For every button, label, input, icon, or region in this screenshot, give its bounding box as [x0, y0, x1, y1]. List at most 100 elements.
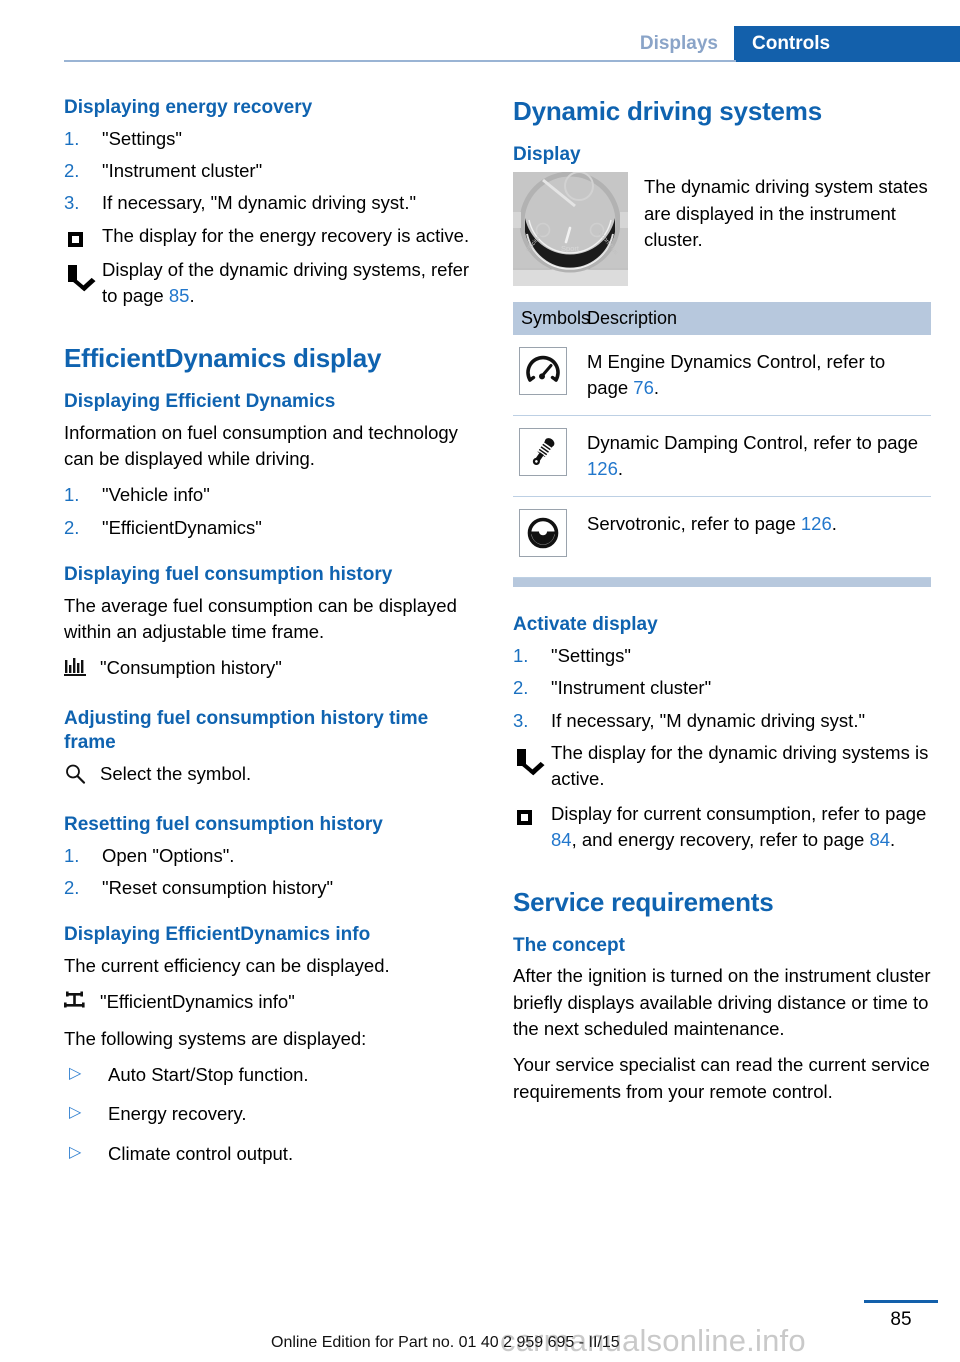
heading-adjusting-fuel-consumption-time-frame: Adjusting fuel consumption history time … — [64, 708, 429, 754]
step-number: 1. — [513, 645, 529, 667]
heading-the-concept: The concept — [513, 934, 625, 956]
table-row: Servotronic, refer to page 126. — [513, 497, 931, 579]
efficientdynamics-chassis-icon — [64, 991, 88, 1018]
note-dynamic-systems-active: The display for the dynamic driving syst… — [513, 740, 931, 793]
step-text: "Vehicle info" — [102, 484, 210, 506]
note-text: The display for the dynamic driving syst… — [551, 741, 929, 790]
description-text-end: . — [831, 513, 837, 535]
paragraph-efficient-dynamics-info: Information on fuel consumption and tech… — [64, 421, 458, 470]
steps-displaying-energy-recovery: 1. "Settings" 2. "Instrument cluster" 3.… — [64, 126, 482, 217]
step-number: 3. — [64, 192, 80, 214]
step-number: 1. — [64, 844, 80, 866]
step-item: 2. "Instrument cluster" — [64, 158, 482, 184]
tab-displays[interactable]: Displays — [619, 26, 734, 62]
step-text: "Settings" — [102, 127, 182, 149]
line-text: "EfficientDynamics info" — [100, 991, 295, 1013]
step-number: 1. — [64, 127, 80, 149]
bullets-displayed-systems: ▷ Auto Start/Stop function. ▷ Energy rec… — [64, 1062, 482, 1167]
description-text-end: . — [653, 377, 660, 399]
checkmark-box-icon — [517, 743, 537, 769]
line-consumption-history: "Consumption history" — [64, 655, 482, 681]
description-text: Servotronic, refer to page — [587, 513, 801, 535]
list-item-text: Energy recovery. — [108, 1103, 247, 1125]
note-text-end: . — [189, 285, 195, 307]
step-number: 3. — [513, 709, 529, 731]
step-number: 2. — [64, 877, 80, 899]
line-text: "Consumption history" — [100, 657, 282, 679]
note-text-end: . — [890, 828, 896, 850]
symbol-cell — [513, 509, 587, 558]
steps-activate-display: 1. "Settings" 2. "Instrument cluster" 3.… — [513, 643, 931, 734]
triangle-bullet-icon: ▷ — [69, 1143, 82, 1161]
step-text: "Reset consumption history" — [102, 877, 334, 899]
photo-row: Sport Efficient Sport Plus The dynamic d… — [513, 172, 931, 287]
description-text: Dynamic Damping Control, refer to page — [587, 432, 919, 454]
note-dynamic-driving-reference: Display of the dynamic driving systems, … — [64, 257, 482, 310]
watermark: carmanualsonline.info — [500, 1323, 806, 1358]
heading-displaying-energy-recovery: Displaying energy recovery — [64, 97, 313, 118]
speedometer-icon — [519, 347, 567, 396]
note-text: The display for the energy recovery is a… — [102, 224, 470, 246]
page-number: 85 — [890, 1309, 912, 1330]
page-reference[interactable]: 76 — [633, 377, 654, 398]
column-header-symbols: Symbols — [521, 308, 591, 329]
heading-displaying-efficient-dynamics: Displaying Efficient Dynamics — [64, 391, 336, 413]
list-item: ▷ Climate control output. — [64, 1141, 482, 1167]
line-text: Select the symbol. — [100, 762, 252, 784]
heading-display: Display — [513, 143, 581, 165]
right-column: Dynamic driving systems Display Sport Ef… — [513, 96, 931, 1115]
paragraph-service-specialist: Your service specialist can read the cur… — [513, 1054, 930, 1102]
symbol-cell — [513, 347, 587, 396]
description-text-end: . — [617, 458, 624, 480]
step-item: 3. If necessary, "M dynamic driving syst… — [64, 190, 482, 216]
step-item: 2. "Reset consumption history" — [64, 875, 482, 901]
instrument-cluster-photo: Sport Efficient Sport Plus — [513, 172, 628, 287]
note-text: Display of the dynamic driving systems, … — [102, 258, 470, 307]
list-item: ▷ Energy recovery. — [64, 1101, 482, 1127]
header-divider — [64, 60, 736, 62]
tab-controls[interactable]: Controls — [734, 26, 960, 62]
photo-caption: The dynamic driving system states are di… — [644, 176, 928, 250]
description-cell: M Engine Dynamics Control, refer to page… — [587, 347, 931, 401]
heading-displaying-efficientdynamics-info: Displaying EfficientDynamics info — [64, 924, 371, 946]
step-item: 2. "Instrument cluster" — [513, 675, 931, 701]
step-text: "Instrument cluster" — [551, 677, 712, 699]
steering-wheel-icon — [519, 509, 567, 558]
heading-dynamic-driving-systems: Dynamic driving systems — [513, 96, 822, 126]
list-item-text: Auto Start/Stop function. — [108, 1063, 309, 1085]
step-text: If necessary, "M dynamic driving syst." — [551, 709, 866, 731]
triangle-bullet-icon: ▷ — [69, 1064, 82, 1082]
step-item: 1. Open "Options". — [64, 843, 482, 869]
symbol-cell — [513, 428, 587, 477]
description-cell: Servotronic, refer to page 126. — [587, 509, 931, 537]
description-cell: Dynamic Damping Control, refer to page 1… — [587, 428, 931, 482]
page-reference[interactable]: 126 — [801, 513, 832, 534]
step-number: 2. — [64, 160, 80, 182]
checkmark-box-icon — [68, 260, 88, 286]
line-efficientdynamics-info: "EfficientDynamics info" — [64, 989, 482, 1015]
open-square-icon — [517, 804, 532, 830]
paragraph-current-efficiency: The current efficiency can be displayed. — [64, 955, 390, 977]
step-text: If necessary, "M dynamic driving syst." — [102, 192, 417, 214]
symbols-table-header: Symbols Description — [513, 302, 931, 336]
page-reference[interactable]: 126 — [587, 458, 618, 479]
step-text: Open "Options". — [102, 844, 235, 866]
heading-resetting-fuel-consumption-history: Resetting fuel consumption history — [64, 814, 383, 836]
symbols-table: Symbols Description M Engine Dynamics Co… — [513, 302, 931, 588]
page-reference[interactable]: 84 — [869, 829, 890, 850]
bar-chart-icon — [64, 657, 88, 685]
step-item: 1. "Settings" — [513, 643, 931, 669]
description-text: M Engine Dynamics Control, refer to page — [587, 351, 886, 399]
magnifier-icon — [64, 763, 86, 792]
page-reference[interactable]: 85 — [169, 285, 190, 306]
photo-label: Sport — [561, 244, 580, 253]
open-square-icon — [68, 226, 83, 252]
shock-absorber-icon — [519, 428, 567, 477]
table-row: M Engine Dynamics Control, refer to page… — [513, 335, 931, 417]
page-reference[interactable]: 84 — [551, 829, 572, 850]
list-item: ▷ Auto Start/Stop function. — [64, 1062, 482, 1088]
heading-efficientdynamics-display: EfficientDynamics display — [64, 343, 382, 374]
steps-displaying-efficient-dynamics: 1. "Vehicle info" 2. "EfficientDynamics" — [64, 482, 482, 541]
heading-displaying-fuel-consumption-history: Displaying fuel consumption history — [64, 563, 393, 585]
step-number: 2. — [64, 516, 80, 538]
